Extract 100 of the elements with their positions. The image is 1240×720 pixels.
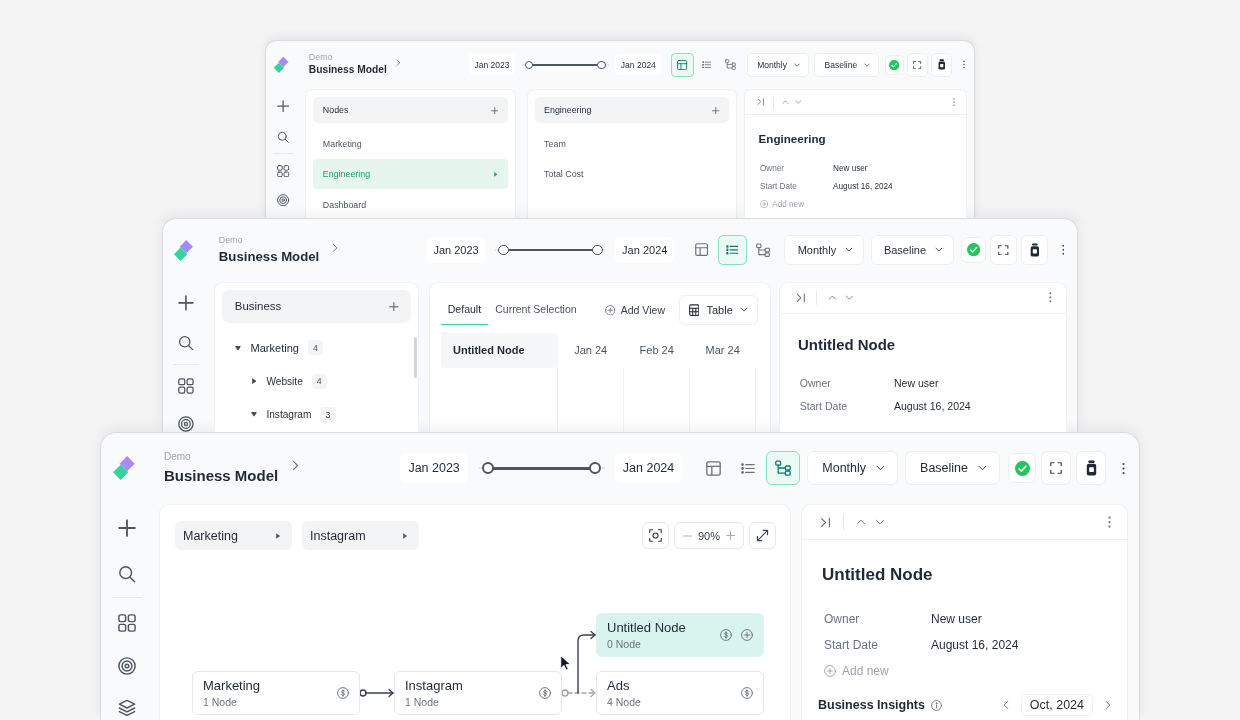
list-item[interactable]: Total Cost: [534, 159, 730, 190]
view-tab[interactable]: Default: [440, 295, 489, 325]
add-view-button[interactable]: Add View: [601, 304, 669, 316]
panel-title: Business: [234, 300, 282, 313]
node-card[interactable]: Instagram 1 Node: [394, 671, 562, 716]
range-slider[interactable]: [494, 244, 607, 256]
range-slider[interactable]: [521, 60, 609, 69]
range-slider[interactable]: [477, 462, 605, 475]
breadcrumb-item[interactable]: Instagram: [302, 521, 419, 551]
model-title: Business Model: [218, 249, 320, 265]
start-date-label: Jan 2023: [469, 54, 515, 76]
dropdown[interactable]: Monthly: [784, 235, 865, 265]
dropdown[interactable]: Baseline: [813, 53, 880, 77]
chevron-right-icon[interactable]: [292, 459, 300, 471]
caret-right-icon: [403, 532, 407, 539]
grid-icon[interactable]: [118, 614, 136, 633]
end-date-label: Jan 2024: [615, 54, 662, 76]
slider-handle[interactable]: [588, 462, 601, 475]
view-tab[interactable]: Current Selection: [488, 295, 584, 325]
tree-item[interactable]: Instagram 3: [238, 397, 412, 432]
search-icon[interactable]: [178, 335, 195, 352]
node-subtitle: 4 Node: [607, 696, 641, 709]
slider-handle[interactable]: [592, 244, 603, 256]
slider-handle[interactable]: [482, 462, 494, 475]
view-type-dropdown[interactable]: Table: [679, 295, 758, 325]
chevron-right-icon[interactable]: [331, 242, 338, 253]
dropdown[interactable]: Baseline: [905, 451, 1000, 486]
plus-icon[interactable]: [178, 294, 195, 311]
target-icon[interactable]: [118, 657, 136, 676]
search-icon[interactable]: [118, 565, 136, 584]
node-title: Instagram: [405, 678, 463, 694]
chevron-up-icon[interactable]: [856, 519, 866, 526]
chevron-down-icon: [845, 247, 853, 253]
node-card[interactable]: Marketing 1 Node: [192, 671, 360, 716]
dropdown[interactable]: Baseline: [870, 235, 955, 265]
workspace-label: Demo: [218, 235, 244, 246]
jar-button[interactable]: [1076, 451, 1106, 486]
more-icon[interactable]: [1049, 292, 1053, 303]
column-header: Mar 24: [704, 343, 741, 359]
list-item[interactable]: Dashboard: [313, 189, 508, 219]
status-button[interactable]: [884, 54, 904, 76]
property-label: Start Date: [799, 400, 849, 412]
list-item[interactable]: Team: [534, 129, 730, 160]
property-value: New user: [931, 612, 982, 627]
more-icon[interactable]: [1122, 461, 1125, 475]
layout-icon: [705, 460, 721, 476]
more-icon[interactable]: [1108, 516, 1111, 529]
plus-icon[interactable]: [118, 519, 136, 538]
node-subtitle: 1 Node: [203, 696, 237, 709]
model-title: Business Model: [164, 467, 279, 486]
layers-icon[interactable]: [118, 699, 136, 718]
dollar-icon: [720, 629, 732, 642]
fullscreen-button[interactable]: [990, 235, 1017, 265]
node-card[interactable]: Untitled Node 0 Node: [596, 613, 764, 658]
more-icon[interactable]: [962, 60, 965, 70]
start-date-label: Jan 2023: [426, 237, 486, 264]
chevron-down-icon[interactable]: [844, 295, 854, 301]
more-icon[interactable]: [1061, 244, 1065, 256]
list-item[interactable]: Marketing: [313, 129, 508, 160]
collapse-icon[interactable]: [796, 292, 806, 303]
dropdown[interactable]: Monthly: [807, 451, 899, 486]
jar-icon: [937, 59, 946, 71]
chevron-right-icon[interactable]: [1105, 700, 1111, 711]
tree-item[interactable]: Website 4: [238, 364, 412, 398]
focus-button[interactable]: [642, 522, 669, 550]
view-button[interactable]: [670, 53, 695, 77]
workspace-label: Demo: [164, 451, 192, 464]
view-button[interactable]: [717, 235, 748, 265]
plus-icon[interactable]: [389, 301, 400, 312]
fullscreen-button[interactable]: [1041, 451, 1071, 486]
slider-handle[interactable]: [498, 244, 509, 256]
dropdown[interactable]: Monthly: [746, 53, 810, 77]
jar-button[interactable]: [931, 53, 952, 77]
hierarchy-icon: [775, 460, 792, 477]
grid-icon[interactable]: [178, 378, 195, 395]
chevron-down-icon: [876, 465, 886, 472]
slider-handle[interactable]: [597, 60, 606, 69]
status-button[interactable]: [961, 236, 986, 264]
add-circle-icon[interactable]: [741, 629, 753, 642]
fullscreen-button[interactable]: [907, 53, 928, 77]
target-icon[interactable]: [178, 416, 195, 433]
tree-item[interactable]: Marketing 4: [222, 331, 412, 365]
zoom-level: 90%: [698, 529, 720, 542]
collapse-icon[interactable]: [820, 516, 831, 528]
node-card[interactable]: Ads 4 Node: [596, 671, 764, 716]
column-title: Engineering: [544, 105, 592, 116]
item-count: 4: [307, 340, 324, 356]
breadcrumb-item[interactable]: Marketing: [175, 521, 292, 551]
status-button[interactable]: [1008, 453, 1036, 484]
chevron-left-icon[interactable]: [1002, 700, 1009, 711]
zoom-in-icon[interactable]: [726, 531, 735, 541]
period-label[interactable]: Oct, 2024: [1020, 694, 1093, 717]
section-title: Business Insights: [818, 698, 925, 713]
table-icon: [688, 303, 700, 317]
chevron-down-icon[interactable]: [875, 519, 885, 526]
slider-handle[interactable]: [524, 60, 533, 69]
chevron-down-icon: [978, 465, 987, 472]
expand-button[interactable]: [749, 522, 776, 550]
view-button[interactable]: [766, 451, 801, 486]
jar-button[interactable]: [1021, 235, 1048, 265]
